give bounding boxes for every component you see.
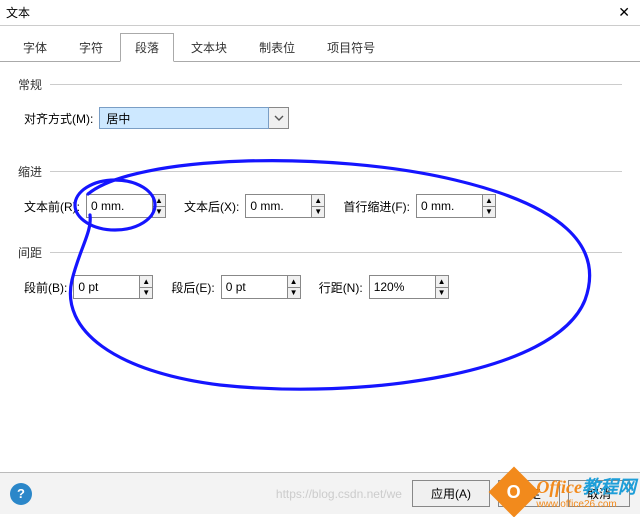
section-spacing: 间距 段前(B): ▲▼ 段后(E): ▲▼ 行距(N): (18, 244, 622, 299)
spin-down-icon[interactable]: ▼ (312, 207, 324, 218)
spacing-line-input[interactable]: ▲▼ (369, 275, 449, 299)
ghost-url: https://blog.csdn.net/we (276, 487, 402, 501)
align-select[interactable]: 居中 (99, 107, 289, 129)
apply-button[interactable]: 应用(A) (412, 480, 490, 507)
chevron-down-icon[interactable] (269, 107, 289, 129)
tab-paragraph[interactable]: 段落 (120, 33, 174, 62)
titlebar: 文本 ✕ (0, 0, 640, 26)
indent-before-field[interactable] (87, 195, 152, 217)
indent-after-input[interactable]: ▲▼ (245, 194, 325, 218)
spacing-after-input[interactable]: ▲▼ (221, 275, 301, 299)
spin-up-icon[interactable]: ▲ (153, 195, 165, 207)
align-label: 对齐方式(M): (24, 110, 93, 127)
help-icon[interactable]: ? (10, 483, 32, 505)
spin-up-icon[interactable]: ▲ (436, 276, 448, 288)
close-icon[interactable]: ✕ (614, 4, 634, 21)
content-area: 常规 对齐方式(M): 居中 缩进 文本前(R): ▲▼ (0, 62, 640, 329)
spacing-after-label: 段后(E): (171, 279, 214, 296)
divider (50, 252, 622, 253)
tab-text-block[interactable]: 文本块 (176, 33, 242, 62)
cancel-button[interactable]: 取消 (568, 480, 630, 507)
spin-up-icon[interactable]: ▲ (312, 195, 324, 207)
ok-button[interactable]: 确定 (498, 480, 560, 507)
spacing-line-field[interactable] (370, 276, 435, 298)
section-spacing-title: 间距 (18, 244, 42, 261)
section-indent-title: 缩进 (18, 163, 42, 180)
indent-first-field[interactable] (417, 195, 482, 217)
footer: ? https://blog.csdn.net/we 应用(A) 确定 取消 (0, 472, 640, 514)
spin-down-icon[interactable]: ▼ (140, 288, 152, 299)
tab-bullets[interactable]: 项目符号 (312, 33, 390, 62)
align-select-value: 居中 (99, 107, 269, 129)
indent-first-input[interactable]: ▲▼ (416, 194, 496, 218)
indent-after-label: 文本后(X): (184, 198, 239, 215)
spacing-before-field[interactable] (74, 276, 139, 298)
tab-font[interactable]: 字体 (8, 33, 62, 62)
indent-after-field[interactable] (246, 195, 311, 217)
tab-tab-stops[interactable]: 制表位 (244, 33, 310, 62)
spin-down-icon[interactable]: ▼ (153, 207, 165, 218)
spin-down-icon[interactable]: ▼ (288, 288, 300, 299)
divider (50, 84, 622, 85)
spin-up-icon[interactable]: ▲ (288, 276, 300, 288)
spin-down-icon[interactable]: ▼ (483, 207, 495, 218)
section-indent: 缩进 文本前(R): ▲▼ 文本后(X): ▲▼ 首行缩进(F): (18, 163, 622, 218)
spacing-after-field[interactable] (222, 276, 287, 298)
spacing-before-input[interactable]: ▲▼ (73, 275, 153, 299)
spin-up-icon[interactable]: ▲ (483, 195, 495, 207)
indent-first-label: 首行缩进(F): (343, 198, 410, 215)
section-general: 常规 对齐方式(M): 居中 (18, 76, 622, 129)
indent-before-label: 文本前(R): (24, 198, 80, 215)
window-title: 文本 (6, 4, 30, 21)
spin-up-icon[interactable]: ▲ (140, 276, 152, 288)
divider (50, 171, 622, 172)
spin-down-icon[interactable]: ▼ (436, 288, 448, 299)
tab-strip: 字体 字符 段落 文本块 制表位 项目符号 (0, 26, 640, 62)
indent-before-input[interactable]: ▲▼ (86, 194, 166, 218)
spacing-line-label: 行距(N): (319, 279, 363, 296)
section-general-title: 常规 (18, 76, 42, 93)
tab-character[interactable]: 字符 (64, 33, 118, 62)
spacing-before-label: 段前(B): (24, 279, 67, 296)
